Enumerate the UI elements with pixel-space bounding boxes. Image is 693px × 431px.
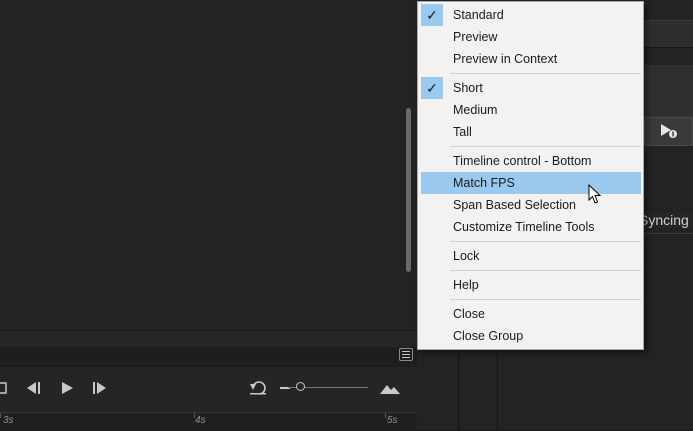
menu-item-preview-in-context[interactable]: Preview in Context	[421, 48, 641, 70]
mouse-cursor-icon	[588, 184, 602, 204]
undo-icon[interactable]	[249, 380, 267, 396]
menu-separator	[450, 73, 641, 74]
ruler-label: 3s	[3, 415, 14, 426]
ruler-label: 5s	[387, 415, 398, 426]
play-badge-icon	[661, 124, 677, 138]
menu-item-match-fps[interactable]: Match FPS	[421, 172, 641, 194]
mountain-zoom-icon[interactable]	[379, 381, 401, 395]
menu-item-span-based-selection[interactable]: Span Based Selection	[421, 194, 641, 216]
timeline-ruler: 3s 4s 5s	[0, 412, 417, 431]
ruler-label: 4s	[195, 415, 206, 426]
menu-item-close[interactable]: Close	[421, 303, 641, 325]
menu-item-lock[interactable]: Lock	[421, 245, 641, 267]
menu-item-tall[interactable]: Tall	[421, 121, 641, 143]
play-icon[interactable]	[60, 381, 74, 395]
stage-vertical-scrollbar[interactable]	[406, 108, 411, 272]
checkmark-icon: ✓	[421, 4, 443, 26]
syncing-label: Syncing	[639, 212, 693, 228]
stage-bottom-strip	[0, 330, 417, 347]
menu-separator	[450, 270, 641, 271]
loop-icon[interactable]	[0, 380, 10, 396]
step-back-icon[interactable]	[25, 381, 41, 395]
hamburger-menu-icon[interactable]	[399, 348, 413, 361]
panel-row	[644, 20, 693, 48]
context-menu: ✓ Standard Preview Preview in Context ✓ …	[417, 1, 644, 350]
menu-item-close-group[interactable]: Close Group	[421, 325, 641, 347]
zoom-slider-thumb[interactable]	[296, 382, 305, 391]
checkmark-icon: ✓	[421, 77, 443, 99]
menu-item-customize-timeline-tools[interactable]: Customize Timeline Tools	[421, 216, 641, 238]
panel-row	[644, 65, 693, 118]
menu-item-short[interactable]: ✓ Short	[421, 77, 641, 99]
menu-separator	[450, 146, 641, 147]
menu-item-timeline-control-bottom[interactable]: Timeline control - Bottom	[421, 150, 641, 172]
stage-canvas	[0, 0, 417, 330]
menu-item-help[interactable]: Help	[421, 274, 641, 296]
step-forward-icon[interactable]	[92, 381, 108, 395]
menu-item-standard[interactable]: ✓ Standard	[421, 4, 641, 26]
menu-separator	[450, 241, 641, 242]
menu-item-preview[interactable]: Preview	[421, 26, 641, 48]
menu-separator	[450, 299, 641, 300]
menu-item-medium[interactable]: Medium	[421, 99, 641, 121]
